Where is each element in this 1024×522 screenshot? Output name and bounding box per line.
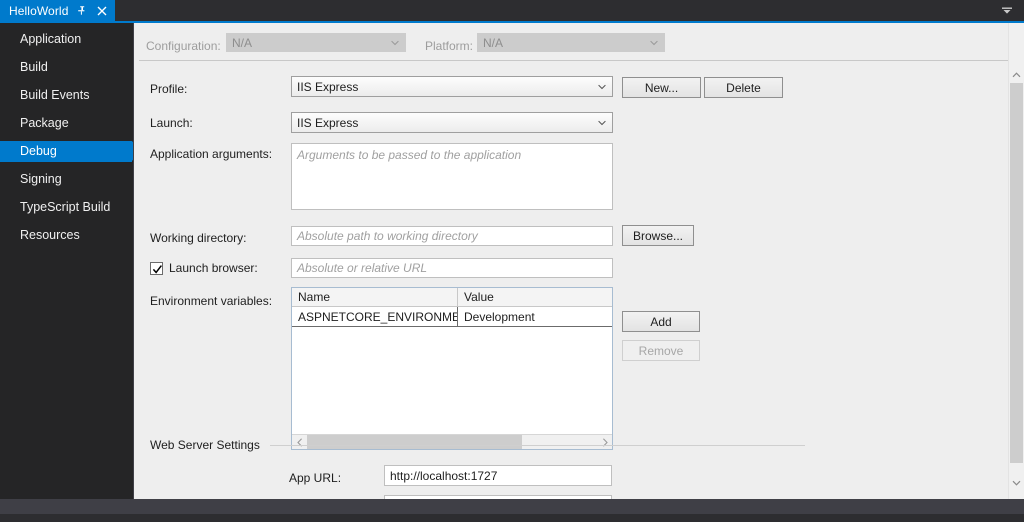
- sidebar-item-label: Build Events: [20, 88, 90, 102]
- env-var-name-cell[interactable]: ASPNETCORE_ENVIRONMENT: [292, 307, 458, 326]
- document-tab-strip: HelloWorld: [0, 0, 1024, 21]
- working-directory-input[interactable]: Absolute path to working directory: [291, 226, 613, 246]
- chevron-down-icon: [597, 118, 606, 127]
- launch-select[interactable]: IIS Express: [291, 112, 613, 133]
- panel-vscroll-thumb[interactable]: [1010, 83, 1023, 463]
- sidebar-item-build-events[interactable]: Build Events: [0, 85, 132, 106]
- configuration-select[interactable]: N/A: [226, 33, 406, 52]
- sidebar-item-label: Debug: [20, 144, 57, 158]
- close-icon[interactable]: [96, 4, 108, 18]
- sidebar-item-label: Application: [20, 32, 82, 46]
- launch-value: IIS Express: [297, 115, 359, 130]
- launch-browser-checkbox-row[interactable]: Launch browser:: [150, 261, 258, 275]
- web-server-settings-title: Web Server Settings: [150, 438, 260, 452]
- sidebar-bottom-filler: [0, 490, 133, 499]
- sidebar-item-debug[interactable]: Debug: [0, 141, 140, 162]
- application-arguments-input[interactable]: Arguments to be passed to the applicatio…: [291, 143, 613, 210]
- pin-icon[interactable]: [76, 4, 88, 18]
- table-row[interactable]: ASPNETCORE_ENVIRONMENT Development: [292, 307, 612, 327]
- browse-button[interactable]: Browse...: [622, 225, 694, 246]
- add-env-var-button[interactable]: Add: [622, 311, 700, 332]
- document-tab-title: HelloWorld: [9, 3, 69, 18]
- launch-browser-checkbox[interactable]: [150, 261, 163, 275]
- application-arguments-label: Application arguments:: [150, 147, 273, 161]
- remove-env-var-button[interactable]: Remove: [622, 340, 700, 361]
- status-bar: [0, 499, 1024, 514]
- chevron-down-icon: [390, 38, 399, 47]
- delete-profile-button[interactable]: Delete: [704, 77, 783, 98]
- scroll-up-arrow-icon[interactable]: [1009, 67, 1024, 83]
- app-url-label: App URL:: [289, 471, 342, 485]
- sidebar-item-package[interactable]: Package: [0, 113, 132, 134]
- debug-settings-panel: Configuration: N/A Platform: N/A Profile…: [133, 23, 1024, 499]
- sidebar-item-label: Signing: [20, 172, 62, 186]
- profile-label: Profile:: [150, 82, 188, 96]
- window-bottom-edge: [0, 514, 1024, 522]
- chevron-down-icon: [649, 38, 658, 47]
- platform-value: N/A: [483, 35, 504, 50]
- section-rule: [269, 444, 805, 446]
- application-arguments-placeholder: Arguments to be passed to the applicatio…: [297, 148, 522, 162]
- sidebar-item-label: Resources: [20, 228, 80, 242]
- grid-header-row: Name Value: [292, 288, 612, 307]
- chevron-down-icon: [597, 82, 606, 91]
- platform-select[interactable]: N/A: [477, 33, 665, 52]
- app-url-value: http://localhost:1727: [390, 468, 498, 483]
- working-directory-placeholder: Absolute path to working directory: [297, 229, 478, 243]
- launch-label: Launch:: [150, 116, 193, 130]
- launch-browser-url-input[interactable]: Absolute or relative URL: [291, 258, 613, 278]
- profile-value: IIS Express: [297, 79, 359, 94]
- sidebar-item-typescript-build[interactable]: TypeScript Build: [0, 197, 132, 218]
- environment-variables-grid[interactable]: Name Value ASPNETCORE_ENVIRONMENT Develo…: [291, 287, 613, 450]
- sidebar-item-label: Build: [20, 60, 48, 74]
- sidebar-item-resources[interactable]: Resources: [0, 225, 132, 246]
- profile-select[interactable]: IIS Express: [291, 76, 613, 97]
- tab-overflow-chevron-down-icon[interactable]: [1000, 4, 1014, 18]
- toolbar-separator: [139, 60, 1009, 61]
- panel-vertical-scrollbar[interactable]: [1008, 23, 1024, 499]
- launch-browser-url-placeholder: Absolute or relative URL: [297, 261, 428, 275]
- new-profile-button[interactable]: New...: [622, 77, 701, 98]
- project-properties-window: HelloWorld Application Build Build Event…: [0, 0, 1024, 522]
- category-sidebar: Application Build Build Events Package D…: [0, 23, 140, 499]
- sidebar-item-label: Package: [20, 116, 69, 130]
- grid-column-header-name[interactable]: Name: [292, 288, 458, 306]
- sidebar-item-signing[interactable]: Signing: [0, 169, 132, 190]
- document-tab-helloworld[interactable]: HelloWorld: [0, 0, 116, 21]
- sidebar-item-application[interactable]: Application: [0, 29, 132, 50]
- working-directory-label: Working directory:: [150, 231, 247, 245]
- environment-variables-label: Environment variables:: [150, 294, 273, 308]
- platform-label: Platform:: [425, 39, 474, 53]
- configuration-value: N/A: [232, 35, 253, 50]
- env-var-value-cell[interactable]: Development: [458, 307, 612, 326]
- configuration-label: Configuration:: [146, 39, 221, 53]
- launch-browser-label: Launch browser:: [169, 261, 258, 275]
- scroll-down-arrow-icon[interactable]: [1009, 475, 1024, 491]
- app-url-input[interactable]: http://localhost:1727: [384, 465, 612, 486]
- sidebar-item-label: TypeScript Build: [20, 200, 111, 214]
- web-server-settings-section-header: Web Server Settings: [150, 438, 805, 452]
- grid-column-header-value[interactable]: Value: [458, 288, 612, 306]
- sidebar-item-build[interactable]: Build: [0, 57, 132, 78]
